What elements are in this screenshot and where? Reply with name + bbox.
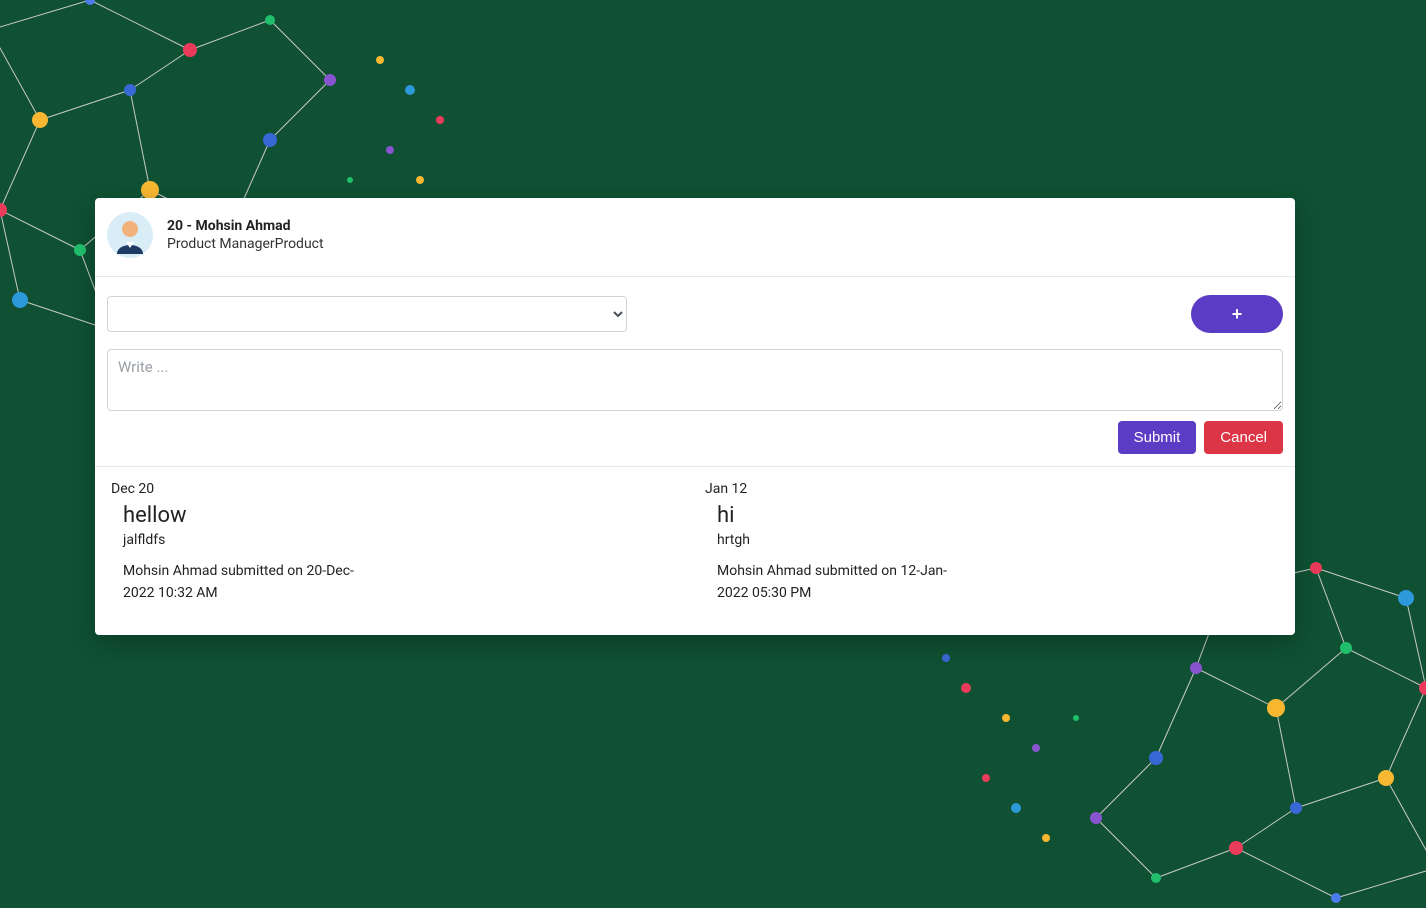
employee-title: 20 - Mohsin Ahmad — [167, 218, 324, 234]
form-top-row: + — [107, 295, 1283, 333]
avatar-icon — [107, 212, 153, 258]
note-body: jalfldfs — [123, 532, 685, 548]
note-meta: Mohsin Ahmad submitted on 20-Dec-2022 10… — [123, 560, 363, 605]
avatar — [107, 212, 153, 258]
add-button[interactable]: + — [1191, 295, 1283, 333]
main-card: 20 - Mohsin Ahmad Product ManagerProduct… — [95, 198, 1295, 635]
note-meta: Mohsin Ahmad submitted on 12-Jan-2022 05… — [717, 560, 957, 605]
note-date: Jan 12 — [705, 481, 1279, 497]
notes-list: Dec 20 hellow jalfldfs Mohsin Ahmad subm… — [95, 467, 1295, 635]
note-body: hrtgh — [717, 532, 1279, 548]
note-title: hi — [717, 503, 1279, 528]
form-area: + Submit Cancel — [95, 277, 1295, 467]
card-header: 20 - Mohsin Ahmad Product ManagerProduct — [95, 198, 1295, 277]
note-date: Dec 20 — [111, 481, 685, 497]
note-item: Dec 20 hellow jalfldfs Mohsin Ahmad subm… — [101, 481, 695, 605]
note-title: hellow — [123, 503, 685, 528]
employee-subtitle: Product ManagerProduct — [167, 236, 324, 252]
category-select[interactable] — [107, 296, 627, 332]
select-wrap — [107, 296, 627, 332]
submit-button[interactable]: Submit — [1118, 421, 1197, 454]
cancel-button[interactable]: Cancel — [1204, 421, 1283, 454]
write-textarea[interactable] — [107, 349, 1283, 411]
header-text: 20 - Mohsin Ahmad Product ManagerProduct — [167, 218, 324, 252]
note-item: Jan 12 hi hrtgh Mohsin Ahmad submitted o… — [695, 481, 1289, 605]
form-actions: Submit Cancel — [107, 421, 1283, 454]
